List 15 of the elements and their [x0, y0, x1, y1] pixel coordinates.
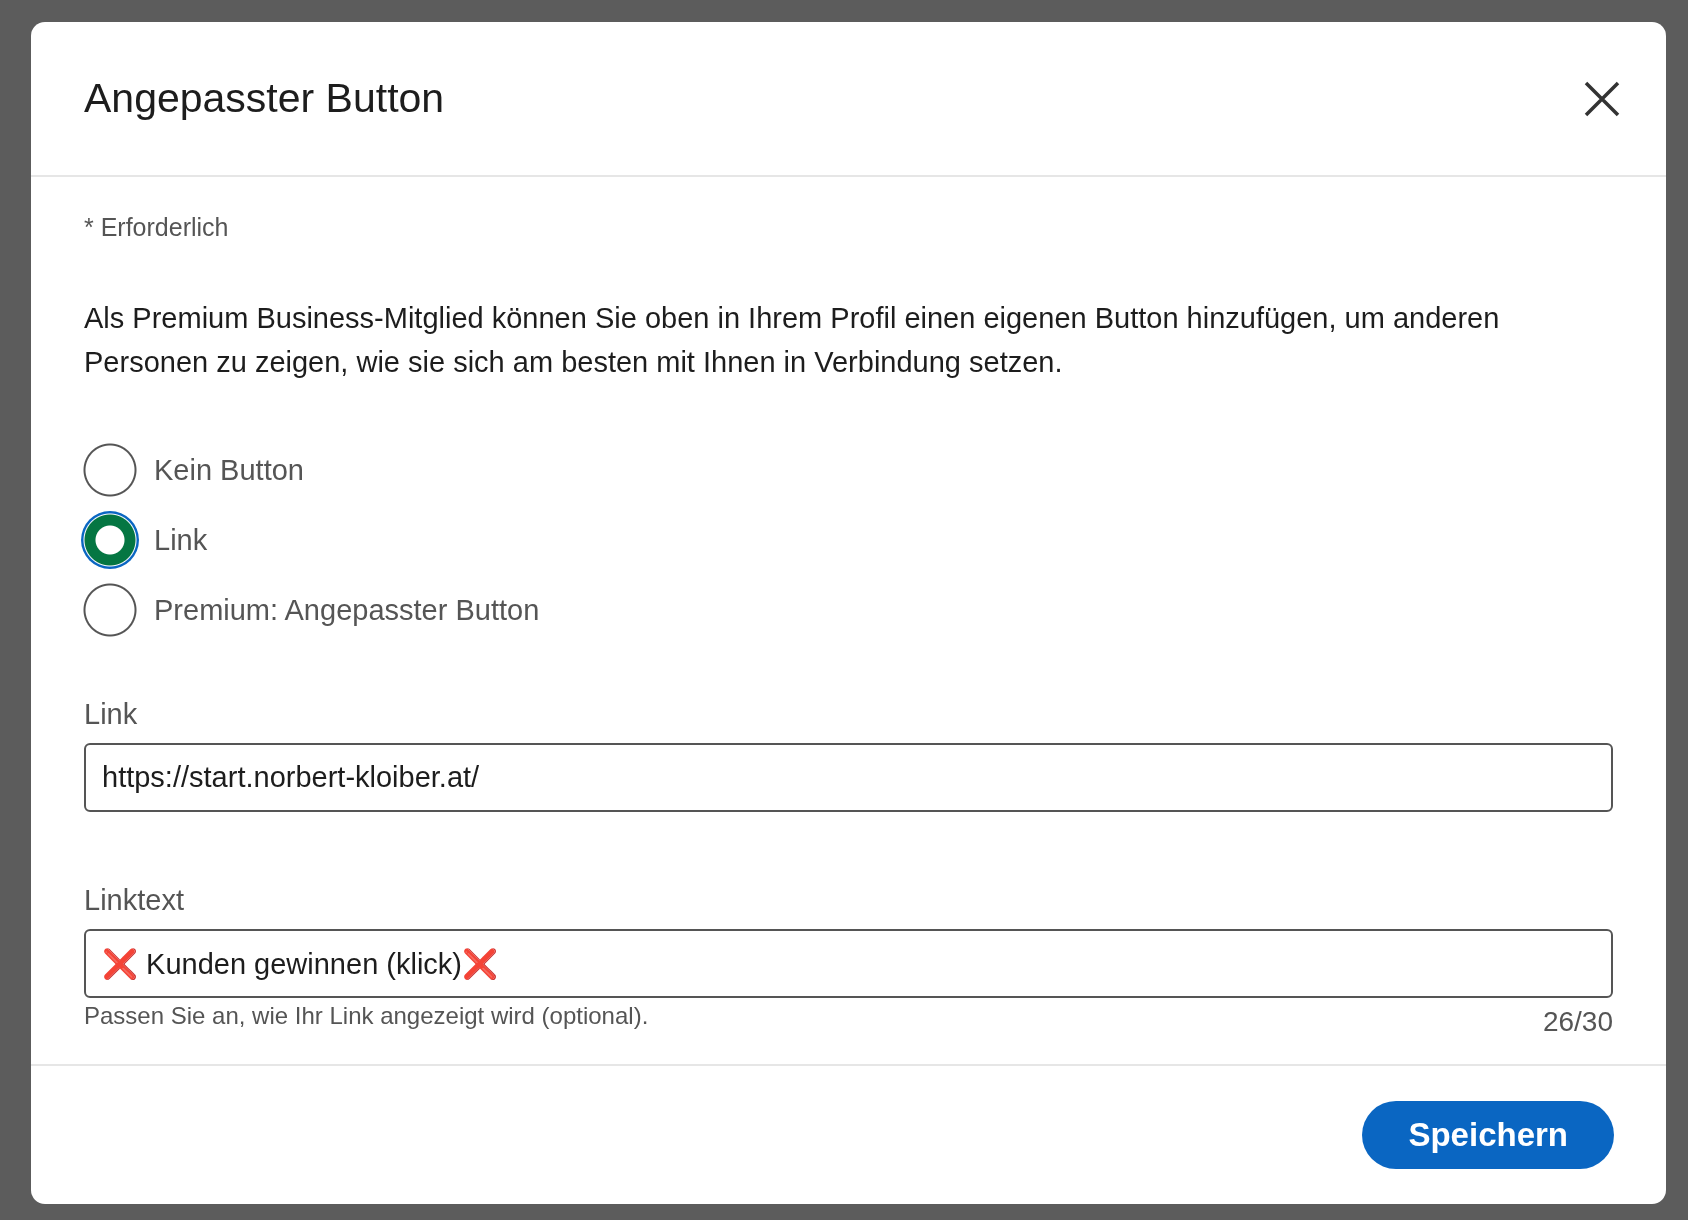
hint-text: Passen Sie an, wie Ihr Link angezeigt wird (optional).	[84, 1002, 649, 1030]
input-field[interactable]: https://start.norbert-kloiber.at/	[84, 743, 1613, 812]
radio-label: Premium: Angepasster Button	[154, 593, 540, 627]
radio-button[interactable]	[81, 511, 139, 569]
radio-label: Kein Button	[154, 453, 304, 487]
save-button[interactable]: Speichern	[1362, 1101, 1614, 1169]
dialog-title: Angepasster Button	[84, 75, 445, 122]
required-note: * Erforderlich	[84, 213, 230, 242]
description-text: Als Premium Business-Mitglied können Sie oben in Ihrem Profil einen eigenen Button hinzufügen, um anderen Personen zu zeigen, wie sie sich am besten mit Ihnen in Verbindung setzen.	[84, 301, 1501, 380]
character-counter: 26/30	[1542, 1006, 1613, 1038]
close-icon	[1584, 80, 1620, 117]
field-label: Link	[84, 698, 139, 731]
field-label: Linktext	[84, 884, 185, 917]
input-field[interactable]: ❌ Kunden gewinnen (klick)❌	[84, 929, 1613, 998]
radio-label: Link	[154, 523, 208, 557]
